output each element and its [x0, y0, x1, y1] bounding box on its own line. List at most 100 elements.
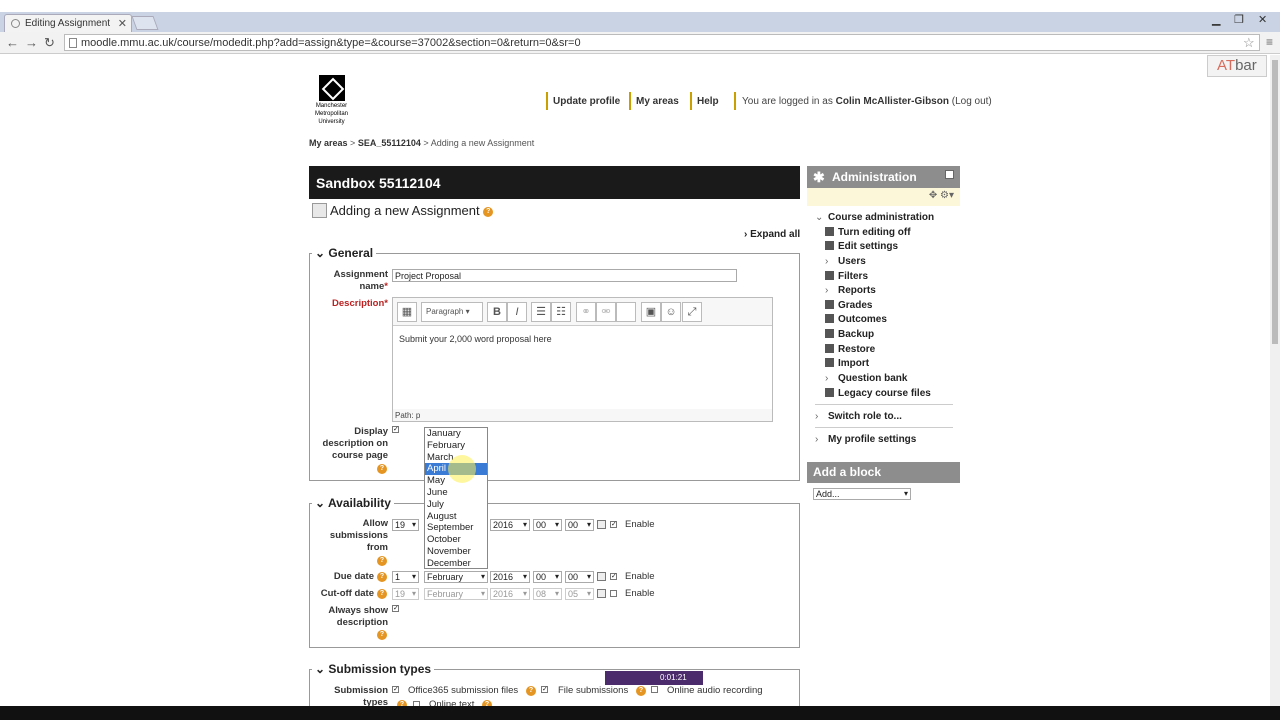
month-option[interactable]: December — [425, 558, 487, 570]
back-icon[interactable]: ← — [6, 35, 19, 50]
office365-checkbox[interactable]: ✓ — [392, 686, 399, 693]
allow-hour-select[interactable]: 00 — [533, 519, 562, 531]
month-option[interactable]: July — [425, 499, 487, 511]
help-icon[interactable]: ? — [377, 589, 387, 599]
bold-icon[interactable]: B — [487, 302, 507, 322]
university-logo[interactable]: Manchester Metropolitan University — [309, 75, 354, 127]
due-day-select[interactable]: 1 — [392, 571, 419, 583]
admin-item-backup[interactable]: Backup — [825, 329, 874, 340]
help-icon[interactable]: ? — [526, 686, 536, 696]
admin-item-turn-editing-off[interactable]: Turn editing off — [825, 227, 911, 238]
minimize-icon[interactable]: ▁ — [1212, 13, 1220, 26]
atbar-button[interactable]: ATbar — [1207, 55, 1267, 77]
calendar-icon[interactable] — [597, 520, 606, 529]
admin-item-edit-settings[interactable]: Edit settings — [825, 241, 898, 252]
due-month-select[interactable]: February — [424, 571, 488, 583]
editor-content[interactable]: Submit your 2,000 word proposal here — [393, 325, 772, 409]
month-option[interactable]: October — [425, 534, 487, 546]
calendar-icon[interactable] — [597, 589, 606, 598]
audio-recording-checkbox[interactable] — [651, 686, 658, 693]
allow-year-select[interactable]: 2016 — [490, 519, 530, 531]
browser-tab[interactable]: Editing Assignment ✕ — [4, 14, 132, 32]
admin-item-outcomes[interactable]: Outcomes — [825, 314, 887, 325]
general-legend[interactable]: ⌄ General — [312, 246, 377, 260]
fullscreen-icon[interactable]: ⤢ — [682, 302, 702, 322]
nav-help[interactable]: Help — [690, 92, 719, 110]
help-icon[interactable]: ? — [483, 206, 494, 217]
window-close-icon[interactable]: ✕ — [1258, 13, 1267, 26]
help-icon[interactable]: ? — [377, 572, 387, 582]
profile-settings-node[interactable]: › My profile settings — [815, 434, 916, 445]
nav-update-profile[interactable]: Update profile — [546, 92, 620, 110]
due-year-select[interactable]: 2016 — [490, 571, 530, 583]
move-gear-icons[interactable]: ✥ ⚙▾ — [929, 190, 954, 201]
maximize-icon[interactable]: ❐ — [1234, 13, 1244, 26]
login-user-link[interactable]: Colin McAllister-Gibson — [836, 96, 949, 107]
admin-item-restore[interactable]: Restore — [825, 344, 875, 355]
menu-icon[interactable]: ≡ — [1266, 35, 1273, 49]
unlink-icon[interactable]: ⚮ — [596, 302, 616, 322]
link-icon[interactable]: ⚭ — [576, 302, 596, 322]
address-bar[interactable]: moodle.mmu.ac.uk/course/modedit.php?add=… — [64, 34, 1260, 51]
nav-my-areas[interactable]: My areas — [629, 92, 679, 110]
admin-item-import[interactable]: Import — [825, 358, 869, 369]
admin-item-question-bank[interactable]: › Question bank — [825, 373, 907, 384]
help-icon[interactable]: ? — [377, 630, 387, 640]
month-option[interactable]: June — [425, 487, 487, 499]
video-recorder-bar[interactable]: 0:01:21 — [605, 671, 703, 685]
numbered-list-icon[interactable]: ☷ — [551, 302, 571, 322]
allow-day-select[interactable]: 19 — [392, 519, 419, 531]
month-option[interactable]: August — [425, 511, 487, 523]
toolbar-toggle-icon[interactable]: ▦ — [397, 302, 417, 322]
allow-minute-select[interactable]: 00 — [565, 519, 594, 531]
help-icon[interactable]: ? — [636, 686, 646, 696]
cutoff-year-select[interactable]: 2016 — [490, 588, 530, 600]
month-option[interactable]: February — [425, 440, 487, 452]
assignment-name-input[interactable]: Project Proposal — [392, 269, 737, 282]
allow-enable-checkbox[interactable]: ✓ — [610, 521, 617, 528]
calendar-icon[interactable] — [597, 572, 606, 581]
blank-toolbar-button[interactable] — [616, 302, 636, 322]
breadcrumb-home[interactable]: My areas — [309, 138, 348, 148]
availability-legend[interactable]: ⌄ Availability — [312, 496, 394, 510]
admin-item-reports[interactable]: › Reports — [825, 285, 876, 296]
admin-item-users[interactable]: › Users — [825, 256, 866, 267]
close-tab-icon[interactable]: ✕ — [118, 17, 127, 30]
month-dropdown-list[interactable]: January February March April May June Ju… — [424, 427, 488, 569]
cutoff-minute-select[interactable]: 05 — [565, 588, 594, 600]
admin-item-filters[interactable]: Filters — [825, 271, 868, 282]
submission-types-legend[interactable]: ⌄ Submission types — [312, 662, 435, 676]
month-option[interactable]: September — [425, 522, 487, 534]
help-icon[interactable]: ? — [377, 464, 387, 474]
scrollbar-thumb[interactable] — [1272, 60, 1278, 344]
collapse-block-icon[interactable] — [945, 170, 954, 179]
forward-icon[interactable]: → — [25, 35, 38, 50]
image-icon[interactable]: ▣ — [641, 302, 661, 322]
breadcrumb-course[interactable]: SEA_55112104 — [358, 138, 421, 148]
due-minute-select[interactable]: 00 — [565, 571, 594, 583]
italic-icon[interactable]: I — [507, 302, 527, 322]
course-administration-node[interactable]: ⌄ Course administration — [815, 212, 934, 223]
admin-item-grades[interactable]: Grades — [825, 300, 872, 311]
bookmark-star-icon[interactable]: ☆ — [1243, 35, 1255, 51]
admin-item-legacy-files[interactable]: Legacy course files — [825, 388, 931, 399]
always-show-checkbox[interactable]: ✓ — [392, 605, 399, 612]
paragraph-format-select[interactable]: Paragraph ▾ — [421, 302, 483, 322]
cutoff-hour-select[interactable]: 08 — [533, 588, 562, 600]
file-submissions-checkbox[interactable]: ✓ — [541, 686, 548, 693]
bullet-list-icon[interactable]: ☰ — [531, 302, 551, 322]
logout-link[interactable]: (Log out) — [952, 96, 992, 107]
new-tab-button[interactable] — [131, 16, 159, 30]
cutoff-month-select[interactable]: February — [424, 588, 488, 600]
switch-role-node[interactable]: › Switch role to... — [815, 411, 902, 422]
expand-all-link[interactable]: › Expand all — [744, 229, 800, 240]
add-block-select[interactable]: Add... — [813, 488, 911, 500]
description-editor[interactable]: ▦ Paragraph ▾ B I ☰ ☷ ⚭ ⚮ ▣ ☺ ⤢ Submit y… — [392, 297, 773, 422]
due-hour-select[interactable]: 00 — [533, 571, 562, 583]
help-icon[interactable]: ? — [377, 556, 387, 566]
month-option[interactable]: November — [425, 546, 487, 558]
display-description-checkbox[interactable]: ✓ — [392, 426, 399, 433]
reload-icon[interactable]: ↻ — [44, 35, 55, 51]
month-option[interactable]: January — [425, 428, 487, 440]
emoticon-icon[interactable]: ☺ — [661, 302, 681, 322]
